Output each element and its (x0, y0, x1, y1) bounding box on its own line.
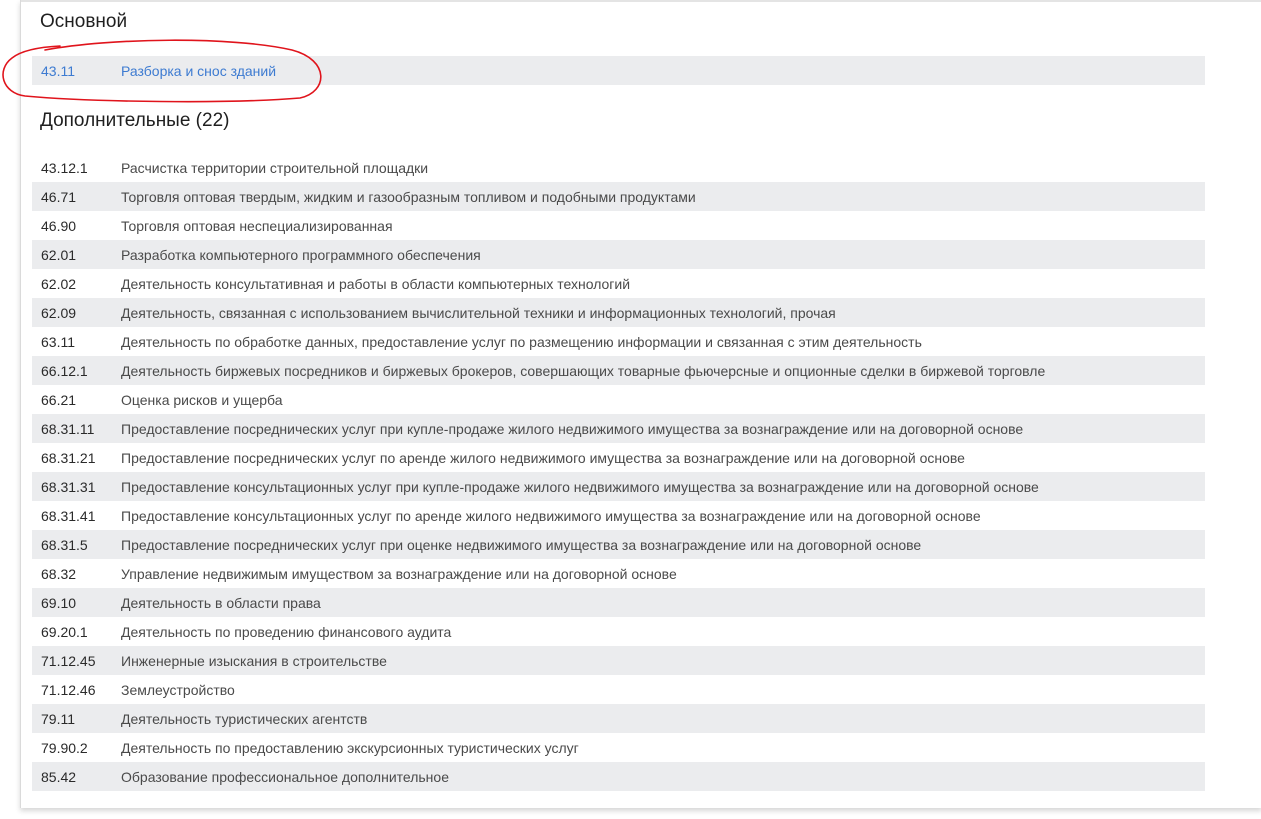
activity-name: Разработка компьютерного программного об… (121, 246, 481, 263)
activity-code: 46.90 (41, 217, 77, 234)
activity-name: Образование профессиональное дополнитель… (121, 768, 449, 785)
activity-row: 46.71 Торговля оптовая твердым, жидким и … (32, 182, 1205, 211)
activity-code: 62.02 (41, 275, 77, 292)
activity-row: 71.12.46 Землеустройство (32, 675, 1205, 704)
extra-section-title: Дополнительные (22) (40, 110, 230, 131)
activity-row: 71.12.45 Инженерные изыскания в строитель… (32, 646, 1205, 675)
activity-name: Деятельность консультативная и работы в … (121, 275, 631, 292)
activity-row: 66.12.1 Деятельность биржевых посредников… (32, 356, 1205, 385)
activity-row: 68.32 Управление недвижимым имуществом за… (32, 559, 1205, 588)
activity-code: 71.12.46 (41, 681, 96, 698)
okved-card: Основной 43.11 Разборка и снос зданий До… (20, 0, 1261, 808)
activity-row: 63.11 Деятельность по обработке данных, п… (32, 327, 1205, 356)
activity-code: 68.31.21 (41, 449, 96, 466)
activity-code: 62.01 (41, 246, 77, 263)
activity-row: 68.31.31 Предоставление консультационных … (32, 472, 1205, 501)
main-activity-name[interactable]: Разборка и снос зданий (121, 63, 276, 79)
activity-name: Деятельность по проведению финансового а… (121, 623, 452, 640)
activity-code: 68.32 (41, 565, 77, 582)
activity-code: 69.10 (41, 594, 77, 611)
activity-name: Деятельность туристических агентств (121, 710, 368, 727)
activity-row: 79.90.2 Деятельность по предоставлению эк… (32, 733, 1205, 762)
activity-name: Деятельность, связанная с использованием… (121, 304, 836, 321)
activity-code: 68.31.41 (41, 507, 96, 524)
activity-row: 68.31.11 Предоставление посреднических ус… (32, 414, 1205, 443)
activity-code: 62.09 (41, 304, 77, 321)
activity-name: Деятельность по обработке данных, предос… (121, 333, 922, 350)
main-activity-code[interactable]: 43.11 (41, 63, 75, 79)
activity-row: 68.31.41 Предоставление консультационных … (32, 501, 1205, 530)
activity-code: 63.11 (41, 333, 75, 350)
activity-row: 62.01 Разработка компьютерного программно… (32, 240, 1205, 269)
activity-code: 66.12.1 (41, 362, 88, 379)
activity-name: Предоставление консультационных услуг пр… (121, 478, 1039, 495)
activity-code: 68.31.5 (41, 536, 88, 553)
activity-name: Деятельность биржевых посредников и бирж… (121, 362, 1046, 379)
activity-code: 46.71 (41, 188, 77, 205)
activity-name: Расчистка территории строительной площад… (121, 159, 429, 176)
activity-row: 62.09 Деятельность, связанная с использов… (32, 298, 1205, 327)
activity-name: Предоставление посреднических услуг при … (121, 420, 1024, 437)
card-top-divider (21, 0, 1261, 2)
activity-name: Торговля оптовая неспециализированная (121, 217, 393, 234)
activity-row: 62.02 Деятельность консультативная и рабо… (32, 269, 1205, 298)
activity-code: 68.31.11 (41, 420, 95, 437)
activity-row: 46.90 Торговля оптовая неспециализированн… (32, 211, 1205, 240)
activity-row: 68.31.21 Предоставление посреднических ус… (32, 443, 1205, 472)
activity-row: 69.10 Деятельность в области права (32, 588, 1205, 617)
activity-code: 69.20.1 (41, 623, 88, 640)
activity-row: 66.21 Оценка рисков и ущерба (32, 385, 1205, 414)
activity-code: 68.31.31 (41, 478, 96, 495)
activity-code: 85.42 (41, 768, 77, 785)
activity-name: Оценка рисков и ущерба (121, 391, 283, 408)
main-activity-row[interactable]: 43.11 Разборка и снос зданий (32, 56, 1205, 85)
activity-name: Землеустройство (121, 681, 235, 698)
activity-row: 69.20.1 Деятельность по проведению финанс… (32, 617, 1205, 646)
activity-code: 43.12.1 (41, 159, 88, 176)
activity-name: Управление недвижимым имуществом за возн… (121, 565, 677, 582)
activity-row: 79.11 Деятельность туристических агентств (32, 704, 1205, 733)
activity-name: Деятельность по предоставлению экскурсио… (121, 739, 579, 756)
activity-name: Предоставление консультационных услуг по… (121, 507, 981, 524)
activity-code: 79.90.2 (41, 739, 88, 756)
activity-name: Деятельность в области права (121, 594, 321, 611)
activity-name: Инженерные изыскания в строительстве (121, 652, 387, 669)
activity-name: Предоставление посреднических услуг при … (121, 536, 922, 553)
activity-code: 71.12.45 (41, 652, 96, 669)
activity-code: 66.21 (41, 391, 77, 408)
activity-code: 79.11 (41, 710, 75, 727)
main-section-title: Основной (40, 11, 128, 32)
activity-row: 68.31.5 Предоставление посреднических усл… (32, 530, 1205, 559)
activity-row: 85.42 Образование профессиональное дополн… (32, 762, 1205, 791)
page: Основной 43.11 Разборка и снос зданий До… (0, 0, 1261, 819)
activity-row: 43.12.1 Расчистка территории строительной… (32, 153, 1205, 182)
activity-name: Торговля оптовая твердым, жидким и газоо… (121, 188, 696, 205)
activity-name: Предоставление посреднических услуг по а… (121, 449, 965, 466)
